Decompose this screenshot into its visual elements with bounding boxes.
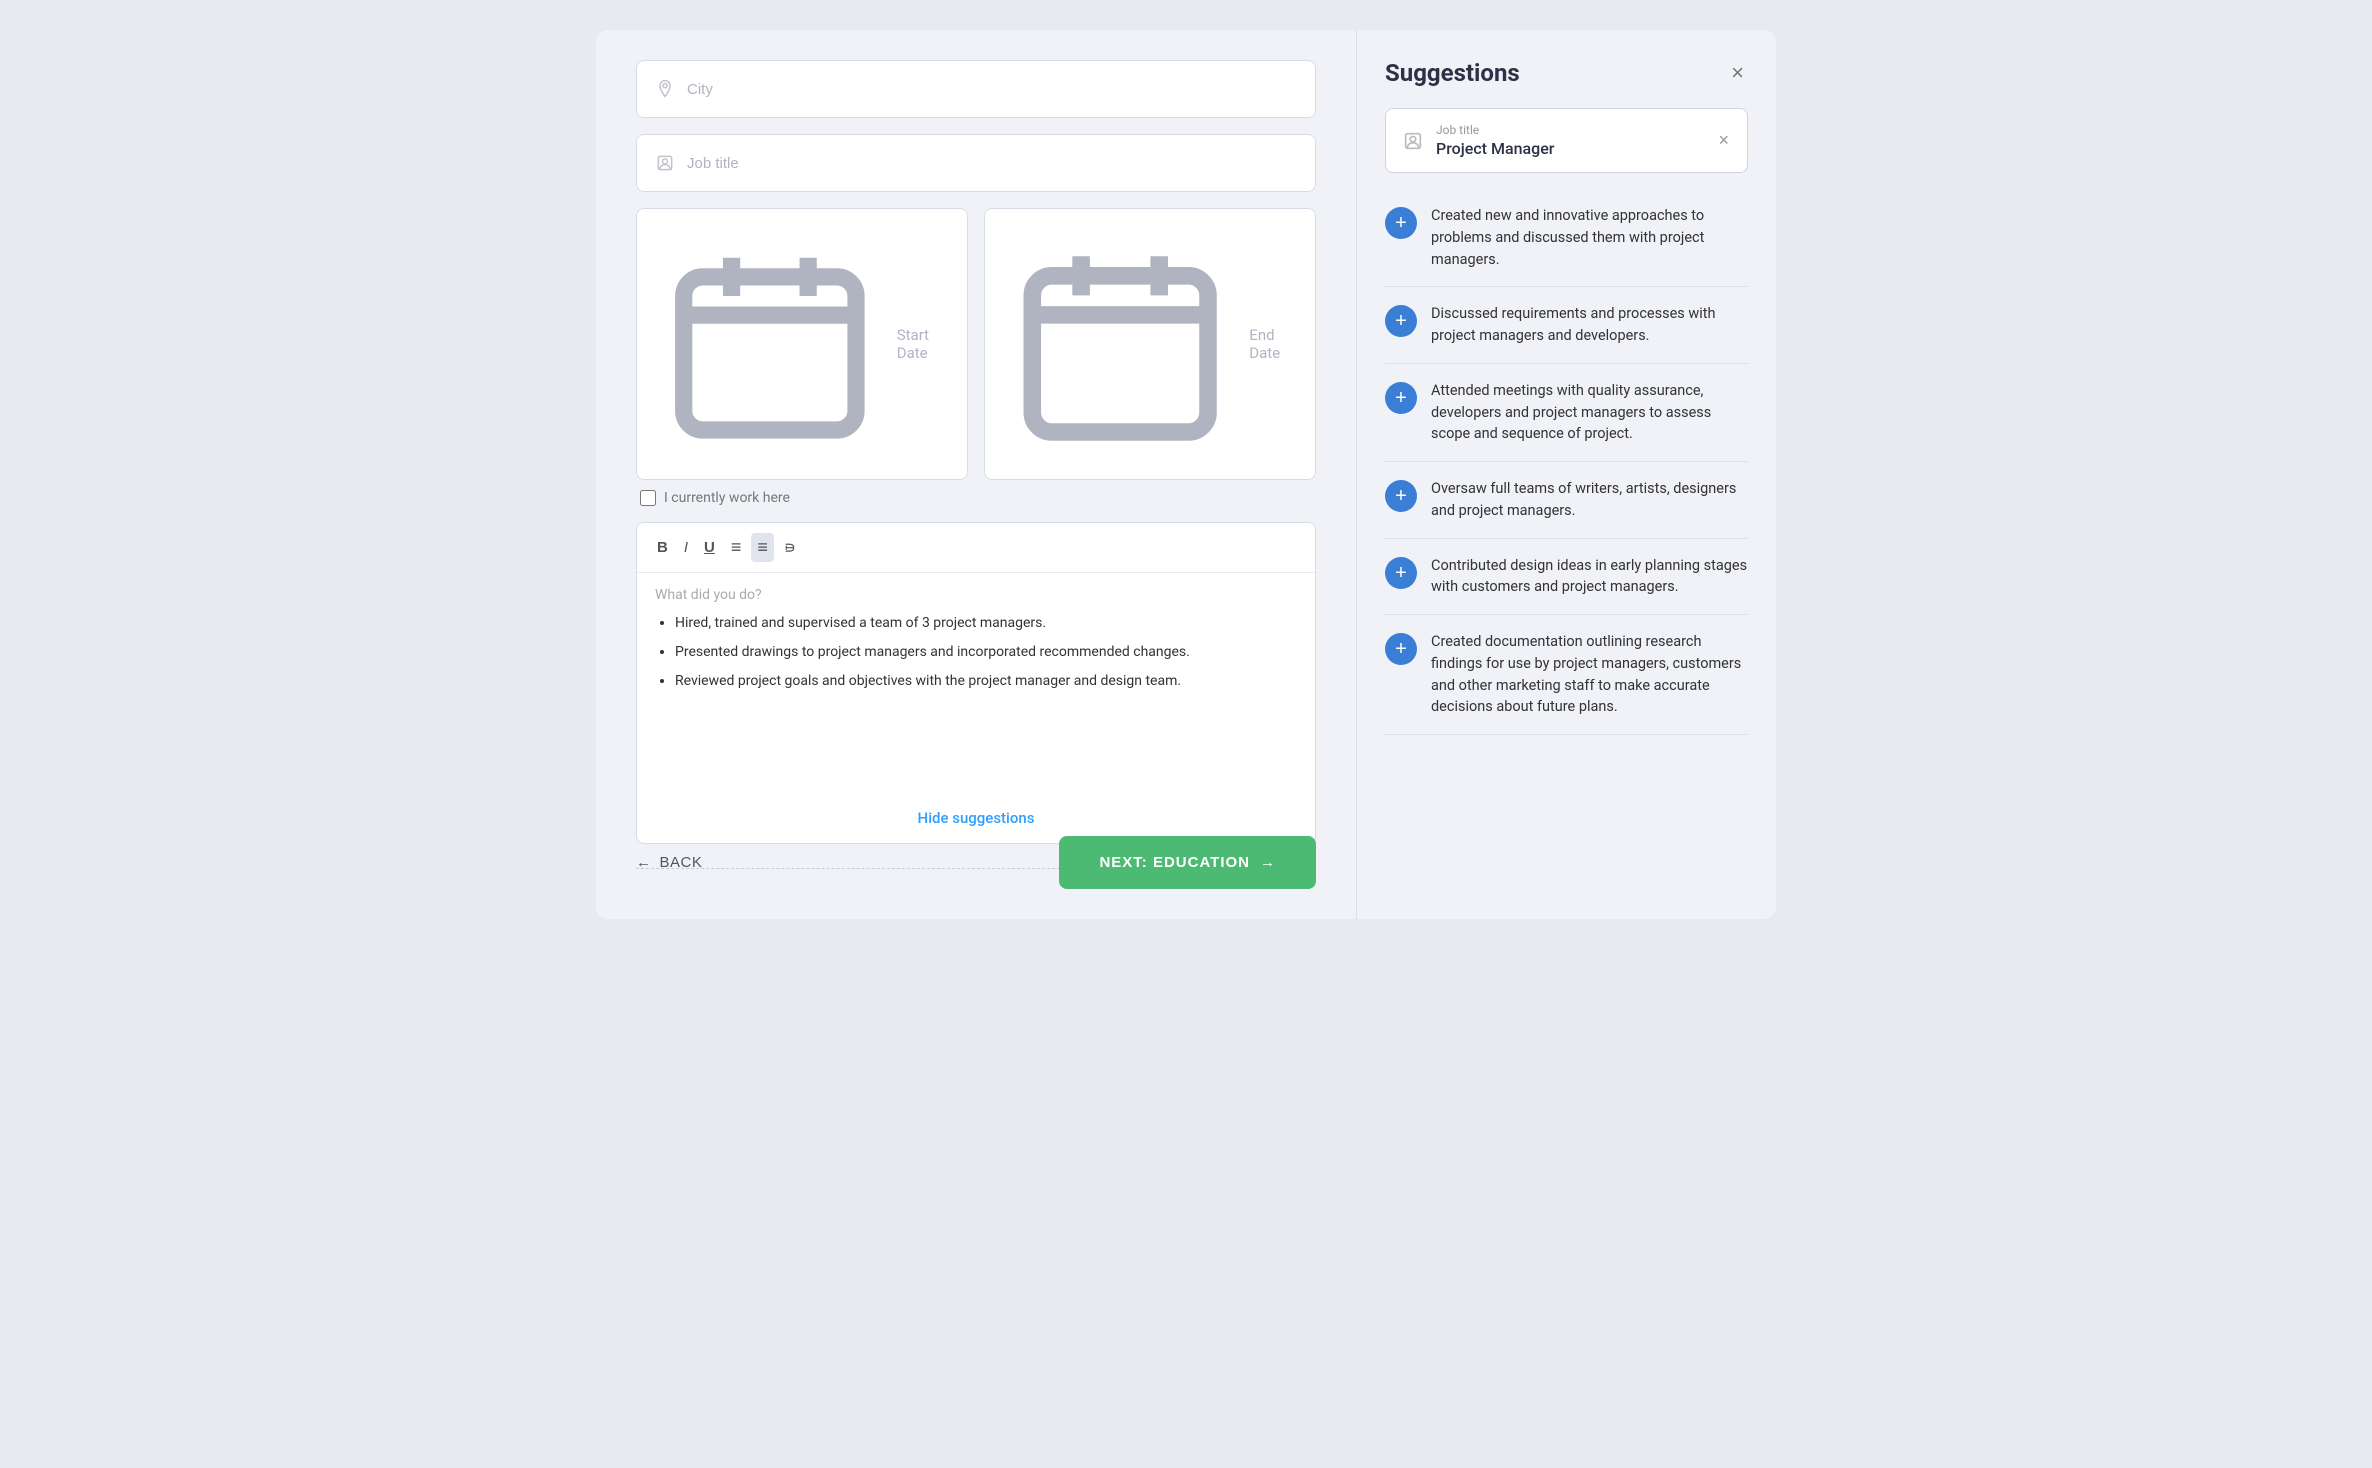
suggestions-header: Suggestions × [1385, 58, 1748, 88]
end-date-placeholder: End Date [1249, 326, 1297, 362]
suggestion-job-field[interactable]: Job title Project Manager × [1385, 108, 1748, 173]
bullet-1: Hired, trained and supervised a team of … [675, 613, 1297, 634]
suggestions-title: Suggestions [1385, 59, 1520, 87]
suggestion-job-clear-button[interactable]: × [1716, 128, 1731, 153]
underline-button[interactable]: U [698, 535, 721, 560]
suggestions-list: + Created new and innovative approaches … [1385, 189, 1748, 735]
start-date-placeholder: Start Date [897, 326, 949, 362]
add-suggestion-3-button[interactable]: + [1385, 480, 1417, 512]
suggestion-job-label: Job title [1436, 123, 1704, 137]
suggestion-text-1: Discussed requirements and processes wit… [1431, 303, 1748, 347]
arrow-left-icon: ← [636, 854, 652, 871]
editor-content: Hired, trained and supervised a team of … [655, 613, 1297, 692]
next-label: NEXT: EDUCATION [1099, 854, 1250, 871]
suggestion-item-0[interactable]: + Created new and innovative approaches … [1385, 189, 1748, 287]
editor-container: B I U ≡ ≡ ⋼ What did you do? Hired, trai… [636, 522, 1316, 844]
clear-format-button[interactable]: ⋼ [778, 534, 802, 562]
add-suggestion-2-button[interactable]: + [1385, 382, 1417, 414]
suggestion-text-4: Contributed design ideas in early planni… [1431, 555, 1748, 599]
list-button[interactable]: ≡ [751, 533, 774, 562]
calendar-start-icon [655, 229, 885, 459]
suggestion-person-icon [1402, 130, 1424, 152]
suggestion-item-4[interactable]: + Contributed design ideas in early plan… [1385, 539, 1748, 616]
bullet-3: Reviewed project goals and objectives wi… [675, 671, 1297, 692]
main-container: Start Date End Date I currently work her… [596, 30, 1776, 919]
calendar-end-icon [1003, 227, 1237, 461]
editor-placeholder: What did you do? [655, 587, 1297, 603]
suggestion-job-value: Project Manager [1436, 139, 1704, 158]
suggestion-text-2: Attended meetings with quality assurance… [1431, 380, 1748, 445]
editor-body[interactable]: What did you do? Hired, trained and supe… [637, 573, 1315, 793]
suggestion-item-5[interactable]: + Created documentation outlining resear… [1385, 615, 1748, 735]
bold-button[interactable]: B [651, 535, 674, 560]
city-input[interactable] [687, 81, 1297, 98]
suggestion-item-2[interactable]: + Attended meetings with quality assuran… [1385, 364, 1748, 462]
back-button[interactable]: ← BACK [636, 854, 702, 871]
currently-work-checkbox[interactable] [640, 490, 656, 506]
person-icon [655, 153, 675, 173]
bottom-nav: ← BACK NEXT: EDUCATION → [636, 836, 1316, 889]
bullet-2: Presented drawings to project managers a… [675, 642, 1297, 663]
city-field[interactable] [636, 60, 1316, 118]
right-panel: Suggestions × Job title Project Manager … [1356, 30, 1776, 919]
currently-work-label: I currently work here [664, 490, 790, 506]
add-suggestion-5-button[interactable]: + [1385, 633, 1417, 665]
add-suggestion-4-button[interactable]: + [1385, 557, 1417, 589]
end-date-field[interactable]: End Date [984, 208, 1316, 480]
suggestion-text-3: Oversaw full teams of writers, artists, … [1431, 478, 1748, 522]
start-date-field[interactable]: Start Date [636, 208, 968, 480]
date-row: Start Date End Date [636, 208, 1316, 480]
next-button[interactable]: NEXT: EDUCATION → [1059, 836, 1316, 889]
job-title-field[interactable] [636, 134, 1316, 192]
align-button[interactable]: ≡ [725, 533, 748, 562]
add-suggestion-0-button[interactable]: + [1385, 207, 1417, 239]
left-panel: Start Date End Date I currently work her… [596, 30, 1356, 919]
suggestion-text-5: Created documentation outlining research… [1431, 631, 1748, 718]
italic-button[interactable]: I [678, 535, 694, 560]
suggestion-job-content: Job title Project Manager [1436, 123, 1704, 158]
job-title-input[interactable] [687, 155, 1297, 172]
currently-work-row[interactable]: I currently work here [636, 490, 1316, 506]
arrow-right-icon: → [1260, 854, 1276, 871]
location-icon [655, 79, 675, 99]
suggestions-close-button[interactable]: × [1727, 58, 1748, 88]
suggestion-item-3[interactable]: + Oversaw full teams of writers, artists… [1385, 462, 1748, 539]
suggestion-text-0: Created new and innovative approaches to… [1431, 205, 1748, 270]
add-suggestion-1-button[interactable]: + [1385, 305, 1417, 337]
editor-toolbar: B I U ≡ ≡ ⋼ [637, 523, 1315, 573]
suggestion-item-1[interactable]: + Discussed requirements and processes w… [1385, 287, 1748, 364]
back-label: BACK [660, 854, 703, 871]
